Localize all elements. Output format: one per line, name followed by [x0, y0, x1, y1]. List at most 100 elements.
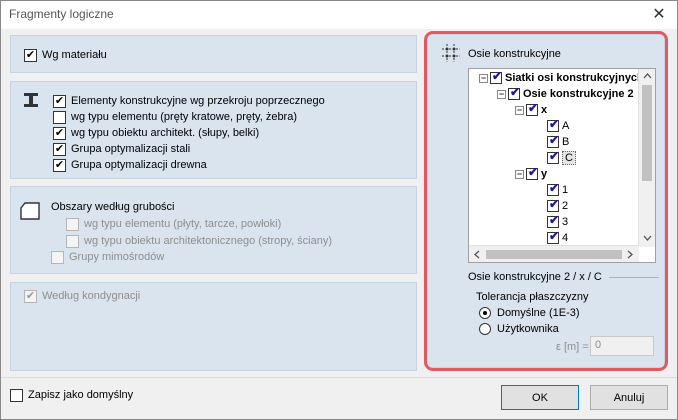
steel-optimization-row[interactable]: Grupa optymalizacji stali — [53, 141, 190, 157]
tree-checkbox[interactable] — [526, 165, 538, 180]
tree-item-3[interactable]: 3 — [547, 213, 569, 230]
thickness-title: Obszary według grubości — [51, 199, 175, 215]
tree-checkbox[interactable] — [547, 117, 559, 132]
close-icon[interactable]: ✕ — [647, 3, 671, 27]
tree-item-label: A — [562, 120, 570, 132]
material-label: Wg materiału — [42, 49, 107, 61]
elements-section-row[interactable]: Elementy konstrukcyjne wg przekroju popr… — [53, 93, 325, 109]
element-type-label: wg typu elementu (pręty kratowe, pręty, … — [71, 111, 298, 123]
eps-input-value: 0 — [595, 339, 602, 351]
tree-item-label: 3 — [562, 216, 569, 228]
tree-node-grid[interactable]: − Osie konstrukcyjne 2 — [497, 85, 634, 102]
save-default-checkbox[interactable] — [10, 388, 23, 402]
timber-optimization-label: Grupa optymalizacji drewna — [71, 159, 207, 171]
plate-type-row[interactable]: wg typu elementu (płyty, tarcze, powłoki… — [66, 216, 281, 232]
tree-checkbox[interactable] — [547, 213, 559, 228]
axes-tree[interactable]: − Siatki osi konstrukcyjnych − Osie kons… — [468, 68, 656, 263]
tree-node-y[interactable]: − y — [515, 165, 547, 182]
storey-checkbox[interactable] — [24, 289, 37, 303]
tree-item-c[interactable]: C — [547, 149, 576, 166]
i-beam-icon — [24, 93, 38, 107]
elements-section-label: Elementy konstrukcyjne wg przekroju popr… — [71, 95, 325, 107]
ok-button[interactable]: OK — [501, 385, 579, 410]
eccentricity-row[interactable]: Grupy mimośrodów — [51, 249, 164, 265]
vertical-scrollbar[interactable] — [638, 69, 655, 247]
collapse-icon[interactable]: − — [515, 169, 524, 179]
elements-section-checkbox[interactable] — [53, 94, 66, 108]
radio-user[interactable] — [479, 323, 491, 335]
collapse-icon[interactable]: − — [515, 105, 524, 115]
tree-checkbox[interactable] — [490, 69, 502, 84]
timber-optimization-row[interactable]: Grupa optymalizacji drewna — [53, 157, 207, 173]
collapse-icon[interactable]: − — [479, 73, 488, 83]
section-label-row: Osie konstrukcyjne 2 / x / C — [468, 269, 602, 285]
thickness-title-text: Obszary według grubości — [51, 201, 175, 213]
radio-user-row[interactable]: Użytkownika — [479, 321, 559, 337]
scroll-right-icon[interactable] — [627, 250, 633, 259]
plate-type-checkbox[interactable] — [66, 217, 79, 231]
title-bar: Fragmenty logiczne ✕ — [1, 1, 677, 29]
tree-checkbox[interactable] — [508, 85, 520, 100]
axes-title-text: Osie konstrukcyjne — [468, 48, 561, 60]
timber-optimization-checkbox[interactable] — [53, 158, 66, 172]
tree-item-1[interactable]: 1 — [547, 181, 569, 198]
storey-panel: Według kondygnacji — [10, 282, 417, 371]
radio-user-label: Użytkownika — [497, 323, 559, 335]
material-panel: Wg materiału — [10, 35, 417, 73]
plate-type-label: wg typu elementu (płyty, tarcze, powłoki… — [84, 218, 282, 230]
storey-row[interactable]: Według kondygnacji — [24, 288, 140, 304]
area-shape-icon — [20, 202, 40, 220]
tree-node-root[interactable]: − Siatki osi konstrukcyjnych — [479, 69, 644, 86]
arch-object-checkbox[interactable] — [53, 126, 66, 140]
horizontal-scrollbar[interactable] — [469, 245, 639, 262]
radio-default[interactable] — [479, 307, 491, 319]
material-checkbox-row[interactable]: Wg materiału — [24, 47, 107, 63]
steel-optimization-checkbox[interactable] — [53, 142, 66, 156]
arch-object-row[interactable]: wg typu obiektu architekt. (słupy, belki… — [53, 125, 259, 141]
dialog-window: Fragmenty logiczne ✕ Wg materiału Elemen… — [0, 0, 678, 420]
radio-default-label: Domyślne (1E-3) — [497, 307, 580, 319]
tree-item-2[interactable]: 2 — [547, 197, 568, 214]
window-title: Fragmenty logiczne — [9, 7, 114, 21]
eps-label: ε [m] = — [556, 341, 589, 353]
element-type-checkbox[interactable] — [53, 110, 66, 124]
tree-checkbox[interactable] — [547, 181, 559, 196]
cancel-button[interactable]: Anuluj — [590, 385, 668, 410]
tree-checkbox[interactable] — [547, 197, 559, 212]
tree-item-4[interactable]: 4 — [547, 229, 568, 246]
scroll-left-icon[interactable] — [474, 250, 480, 259]
eps-label-row: ε [m] = — [556, 339, 589, 355]
axis-grid-icon — [442, 44, 460, 62]
tree-checkbox[interactable] — [547, 149, 559, 164]
scroll-down-icon[interactable] — [643, 235, 652, 241]
radio-default-row[interactable]: Domyślne (1E-3) — [479, 305, 580, 321]
horizontal-scroll-thumb[interactable] — [486, 250, 622, 259]
tree-checkbox[interactable] — [526, 101, 538, 116]
slab-type-label: wg typu obiektu architektonicznego (stro… — [84, 235, 333, 247]
material-checkbox[interactable] — [24, 48, 37, 62]
tree-item-label: 1 — [562, 184, 569, 196]
tolerance-title-row: Tolerancja płaszczyzny — [476, 289, 589, 305]
element-type-row[interactable]: wg typu elementu (pręty kratowe, pręty, … — [53, 109, 297, 125]
tree-checkbox[interactable] — [547, 133, 559, 148]
steel-optimization-label: Grupa optymalizacji stali — [71, 143, 191, 155]
tree-root-label: Siatki osi konstrukcyjnych — [505, 72, 644, 84]
eps-input[interactable]: 0 — [590, 336, 654, 356]
eccentricity-checkbox[interactable] — [51, 250, 64, 264]
tree-item-a[interactable]: A — [547, 117, 570, 134]
collapse-icon[interactable]: − — [497, 89, 506, 99]
thickness-panel: Obszary według grubości wg typu elementu… — [10, 186, 417, 274]
vertical-scroll-thumb[interactable] — [642, 85, 652, 181]
slab-type-checkbox[interactable] — [66, 234, 79, 248]
storey-label: Według kondygnacji — [42, 290, 141, 302]
tree-checkbox[interactable] — [547, 229, 559, 244]
axes-title: Osie konstrukcyjne — [468, 46, 561, 62]
section-label: Osie konstrukcyjne 2 / x / C — [468, 271, 602, 283]
save-default-label: Zapisz jako domyślny — [28, 389, 134, 401]
slab-type-row[interactable]: wg typu obiektu architektonicznego (stro… — [66, 233, 332, 249]
elements-panel: Elementy konstrukcyjne wg przekroju popr… — [10, 81, 417, 179]
save-default-row[interactable]: Zapisz jako domyślny — [10, 387, 133, 403]
tree-item-b[interactable]: B — [547, 133, 569, 150]
scroll-up-icon[interactable] — [643, 73, 652, 79]
tree-node-x[interactable]: − x — [515, 101, 547, 118]
